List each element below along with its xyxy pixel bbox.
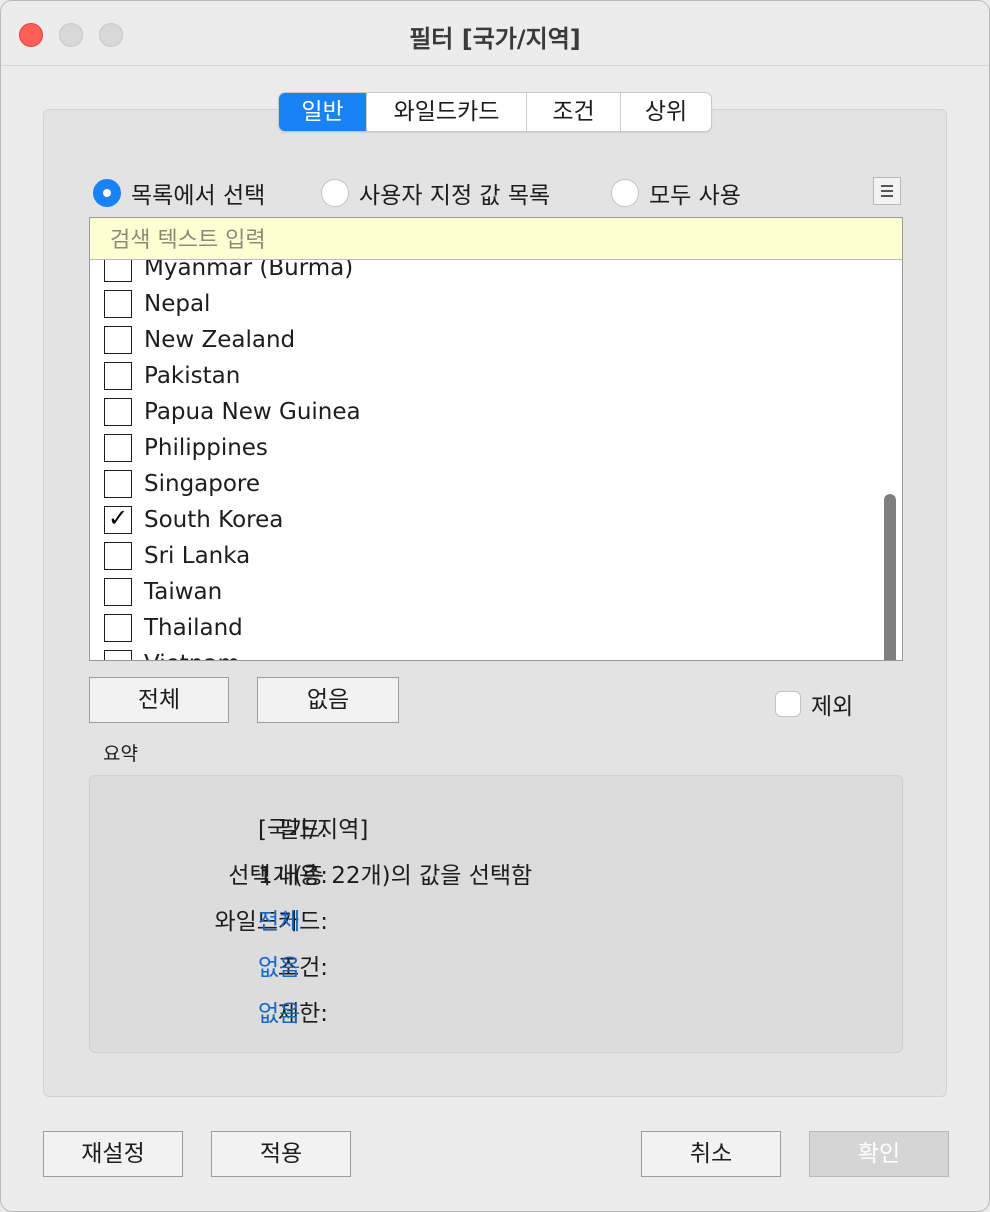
radio-label: 모두 사용	[649, 183, 741, 209]
list-item[interactable]: Philippines	[104, 430, 268, 466]
list-item[interactable]: Singapore	[104, 466, 260, 502]
list-item[interactable]: Taiwan	[104, 574, 222, 610]
tab-bar: 일반 와일드카드 조건 상위	[278, 92, 712, 132]
summary-panel: 필드: [국가/지역] 선택 내용: 1개(총 22개)의 값을 선택함 와일드…	[89, 775, 903, 1053]
list-item-label: New Zealand	[144, 327, 296, 353]
list-item-label: Philippines	[144, 435, 268, 461]
list-item[interactable]: Sri Lanka	[104, 538, 250, 574]
select-none-button[interactable]: 없음	[257, 677, 399, 723]
tab-condition[interactable]: 조건	[527, 93, 621, 131]
list-item-label: Taiwan	[144, 579, 223, 605]
summary-row-field: 필드: [국가/지역]	[90, 810, 902, 843]
radio-label: 사용자 지정 값 목록	[359, 183, 551, 209]
tab-wildcard[interactable]: 와일드카드	[367, 93, 527, 131]
radio-button[interactable]	[611, 179, 639, 207]
checkbox[interactable]	[104, 260, 132, 282]
summary-link-limit[interactable]: 없음	[258, 994, 300, 1028]
search-input[interactable]	[108, 224, 872, 256]
checkbox-checked[interactable]	[104, 504, 132, 534]
window-title: 필터 [국가/지역]	[409, 25, 581, 53]
summary-row-wildcard: 와일드카드: 전체	[90, 902, 902, 936]
summary-value: [국가/지역]	[258, 817, 369, 843]
list-menu-button[interactable]	[873, 177, 901, 205]
menu-icon	[881, 185, 893, 187]
search-box[interactable]	[90, 218, 902, 260]
checkbox[interactable]	[104, 398, 132, 426]
apply-button[interactable]: 적용	[211, 1131, 351, 1177]
checkbox[interactable]	[104, 470, 132, 498]
list-item-label: South Korea	[144, 507, 284, 533]
list-item-label: Vietnam	[144, 651, 240, 660]
summary-link-condition[interactable]: 없음	[258, 948, 300, 982]
filter-dialog: 필터 [국가/지역] 일반 와일드카드 조건 상위 목록에서 선택 사용자 지정…	[0, 0, 990, 1212]
tab-general[interactable]: 일반	[279, 93, 367, 131]
list-item-label: Myanmar (Burma)	[144, 260, 354, 281]
summary-title: 요약	[103, 743, 138, 765]
list-item-label: Pakistan	[144, 363, 241, 389]
radio-custom-value-list[interactable]: 사용자 지정 값 목록	[321, 177, 550, 209]
radio-button[interactable]	[321, 179, 349, 207]
exclude-option[interactable]: 제외	[775, 687, 853, 721]
checkbox[interactable]	[104, 290, 132, 318]
exclude-label: 제외	[811, 694, 854, 720]
summary-value: 1개(총 22개)의 값을 선택함	[258, 863, 533, 889]
list-item[interactable]: Nepal	[104, 286, 210, 322]
list-item[interactable]: Vietnam	[104, 646, 240, 660]
checkbox[interactable]	[104, 650, 132, 660]
reset-button[interactable]: 재설정	[43, 1131, 183, 1177]
checkbox[interactable]	[104, 542, 132, 570]
radio-use-all[interactable]: 모두 사용	[611, 177, 741, 209]
checkbox[interactable]	[104, 326, 132, 354]
checkbox[interactable]	[104, 614, 132, 642]
value-list[interactable]: Myanmar (Burma) Nepal New Zealand Pakist…	[89, 217, 903, 661]
list-item-label: Nepal	[144, 291, 211, 317]
list-item[interactable]: New Zealand	[104, 322, 295, 358]
tab-top[interactable]: 상위	[621, 93, 711, 131]
checkbox[interactable]	[104, 578, 132, 606]
summary-row-selection: 선택 내용: 1개(총 22개)의 값을 선택함	[90, 856, 902, 889]
cancel-button[interactable]: 취소	[641, 1131, 781, 1177]
summary-row-limit: 제한: 없음	[90, 994, 902, 1028]
list-item[interactable]: Papua New Guinea	[104, 394, 361, 430]
summary-row-condition: 조건: 없음	[90, 948, 902, 982]
value-list-items[interactable]: Myanmar (Burma) Nepal New Zealand Pakist…	[90, 260, 902, 660]
exclude-checkbox[interactable]	[775, 691, 801, 717]
list-item-label: Singapore	[144, 471, 261, 497]
radio-button-selected[interactable]	[93, 179, 121, 207]
checkbox[interactable]	[104, 434, 132, 462]
list-item-label: Sri Lanka	[144, 543, 251, 569]
ok-button[interactable]: 확인	[809, 1131, 949, 1177]
list-item-label: Papua New Guinea	[144, 399, 361, 425]
radio-select-from-list[interactable]: 목록에서 선택	[93, 177, 265, 209]
title-bar: 필터 [국가/지역]	[1, 1, 989, 66]
select-all-button[interactable]: 전체	[89, 677, 229, 723]
scrollbar-thumb[interactable]	[884, 494, 896, 660]
list-item[interactable]: Myanmar (Burma)	[104, 260, 353, 286]
checkbox[interactable]	[104, 362, 132, 390]
list-item[interactable]: South Korea	[104, 502, 283, 538]
summary-link-wildcard[interactable]: 전체	[258, 902, 300, 936]
list-item[interactable]: Thailand	[104, 610, 243, 646]
radio-label: 목록에서 선택	[131, 183, 266, 209]
list-item-label: Thailand	[144, 615, 243, 641]
list-item[interactable]: Pakistan	[104, 358, 240, 394]
